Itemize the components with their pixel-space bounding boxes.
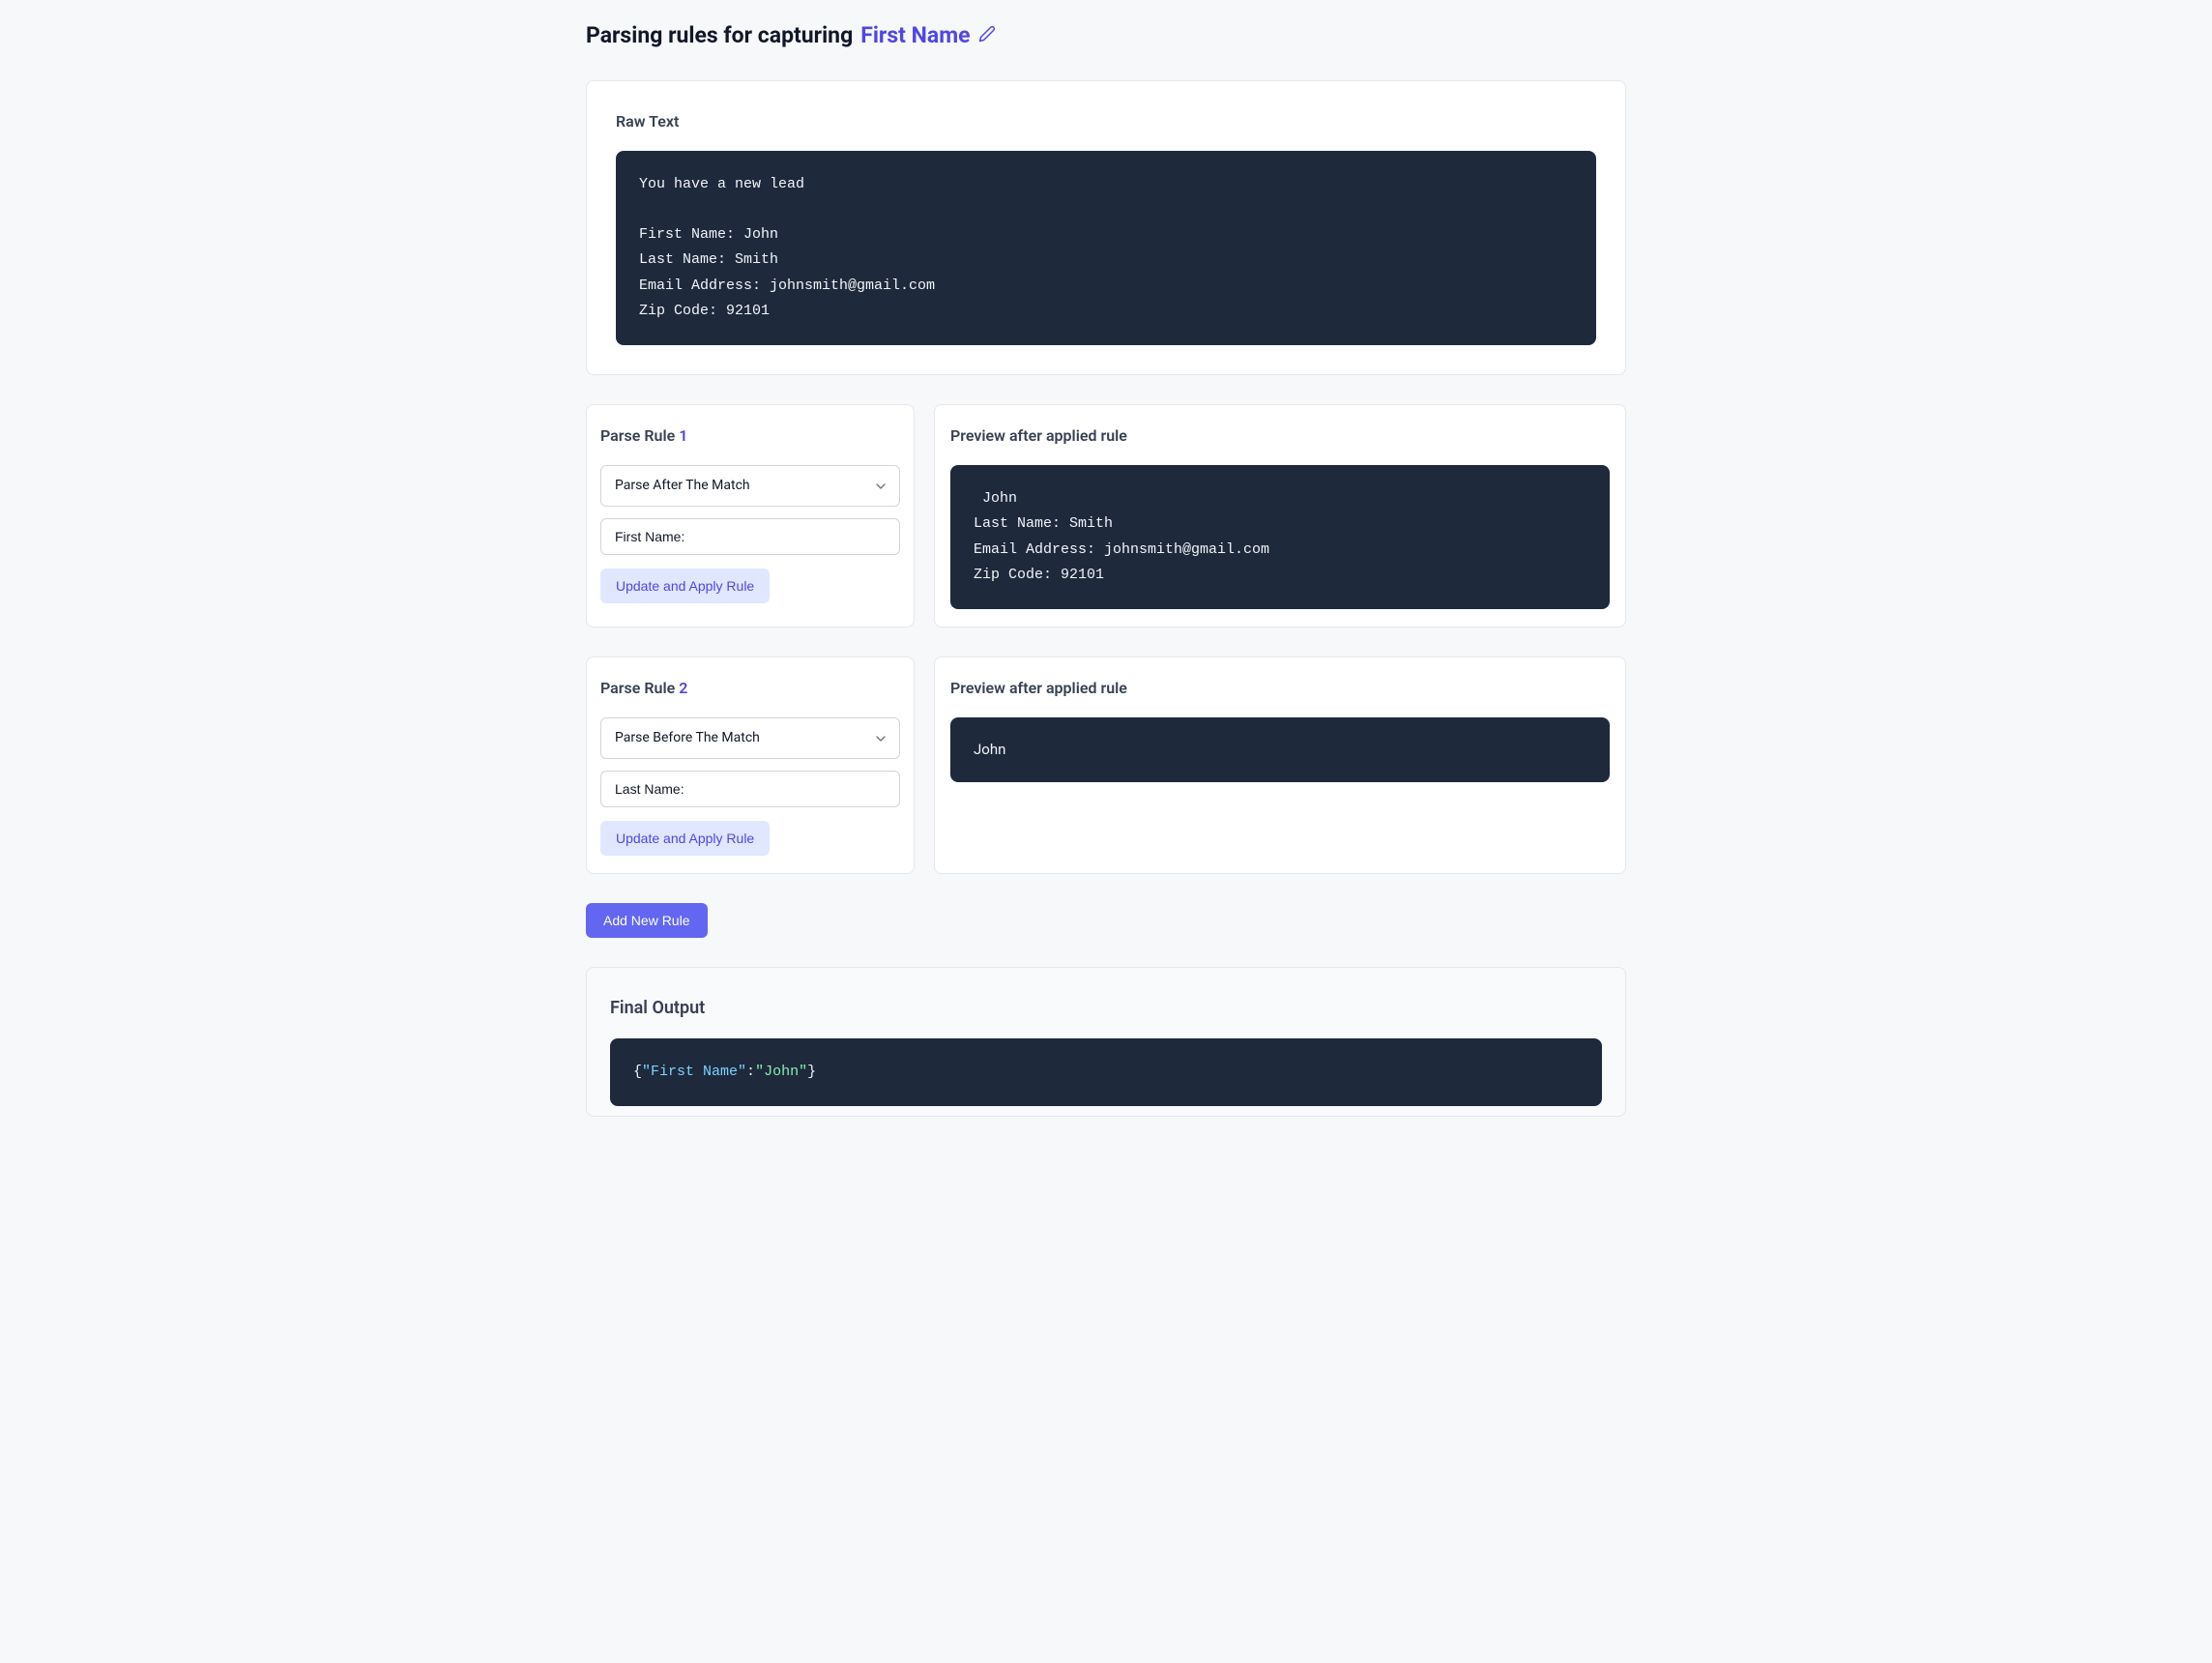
add-new-rule-button[interactable]: Add New Rule xyxy=(586,903,708,938)
rule-label: Parse Rule 1 xyxy=(600,424,900,448)
page-title: Parsing rules for capturing First Name xyxy=(586,19,1626,53)
rule-number: 1 xyxy=(679,426,687,445)
raw-text-content: You have a new lead First Name: John Las… xyxy=(616,151,1596,346)
final-output-value: "John" xyxy=(755,1064,807,1080)
rule-type-select-wrap: Parse After The Match xyxy=(600,465,900,507)
preview-label: Preview after applied rule xyxy=(950,677,1610,700)
page-title-field-name: First Name xyxy=(860,19,970,53)
match-text-input[interactable] xyxy=(600,518,900,555)
rules-list: Parse Rule 1 Parse After The Match Update … xyxy=(586,404,1626,874)
rule-card: Parse Rule 2 Parse Before The Match Update… xyxy=(586,656,915,874)
rule-label-prefix: Parse Rule xyxy=(600,426,679,445)
main-container: Parsing rules for capturing First Name R… xyxy=(518,0,1694,1155)
final-output-card: Final Output {"First Name":"John"} xyxy=(586,967,1626,1117)
edit-icon[interactable] xyxy=(978,19,996,53)
match-text-input[interactable] xyxy=(600,771,900,807)
final-output-content: {"First Name":"John"} xyxy=(610,1038,1602,1106)
page-title-prefix: Parsing rules for capturing xyxy=(586,19,853,53)
rule-type-select[interactable]: Parse Before The Match xyxy=(600,717,900,759)
rule-card: Parse Rule 1 Parse After The Match Update … xyxy=(586,404,915,627)
preview-card: Preview after applied rule John Last Nam… xyxy=(934,404,1626,627)
update-rule-button[interactable]: Update and Apply Rule xyxy=(600,821,770,856)
final-output-key: "First Name" xyxy=(642,1064,746,1080)
rule-row: Parse Rule 1 Parse After The Match Update … xyxy=(586,404,1626,627)
rule-label: Parse Rule 2 xyxy=(600,677,900,700)
preview-content: John xyxy=(950,717,1610,782)
rule-row: Parse Rule 2 Parse Before The Match Update… xyxy=(586,656,1626,874)
update-rule-button[interactable]: Update and Apply Rule xyxy=(600,569,770,603)
final-output-label: Final Output xyxy=(610,995,1602,1021)
preview-label: Preview after applied rule xyxy=(950,424,1610,448)
rule-type-select-wrap: Parse Before The Match xyxy=(600,717,900,759)
rule-number: 2 xyxy=(679,679,687,697)
raw-text-card: Raw Text You have a new lead First Name:… xyxy=(586,80,1626,376)
rule-type-select[interactable]: Parse After The Match xyxy=(600,465,900,507)
rule-label-prefix: Parse Rule xyxy=(600,679,679,697)
preview-card: Preview after applied rule John xyxy=(934,656,1626,874)
raw-text-label: Raw Text xyxy=(616,110,1596,133)
preview-content: John Last Name: Smith Email Address: joh… xyxy=(950,465,1610,609)
